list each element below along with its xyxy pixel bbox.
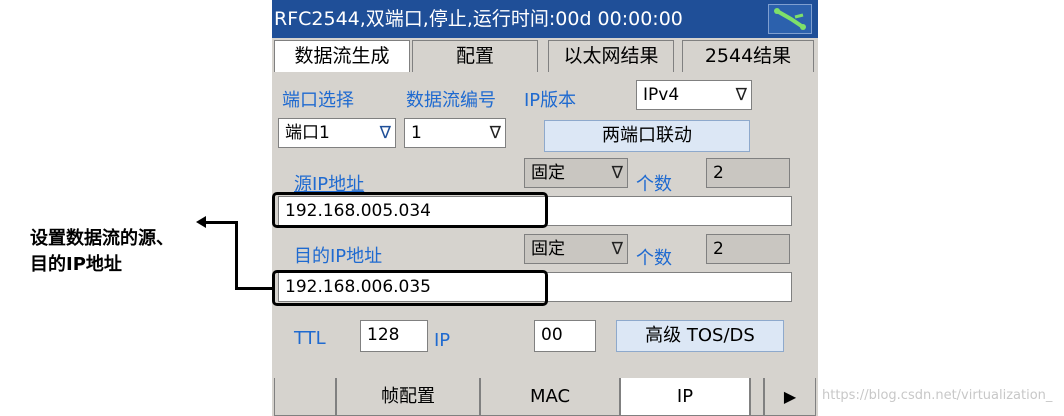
network-status-icon[interactable] (768, 4, 812, 34)
ttl-input[interactable]: 128 (360, 320, 428, 352)
source-ip-highlight-box (272, 192, 548, 228)
chevron-down-icon: ∇ (735, 85, 747, 105)
ip-version-label: IP版本 (524, 90, 577, 111)
destination-count-field[interactable]: 2 (706, 234, 790, 264)
bottom-tab-frame-config[interactable]: 帧配置 (336, 378, 480, 416)
destination-ip-label: 目的IP地址 (294, 246, 383, 267)
annotation-line-vertical (235, 221, 238, 290)
port-select-label: 端口选择 (282, 90, 354, 111)
annotation-line-2: 目的IP地址 (30, 254, 122, 275)
stream-number-select[interactable]: 1 ∇ (404, 118, 506, 148)
stream-number-value: 1 (411, 123, 422, 143)
source-count-label: 个数 (636, 174, 672, 195)
source-ip-mode-value: 固定 (531, 163, 565, 183)
bottom-tab-ip[interactable]: IP (620, 378, 750, 416)
ip-version-value: IPv4 (643, 85, 680, 105)
annotation-line-horizontal-top (204, 221, 238, 224)
destination-ip-mode-value: 固定 (531, 239, 565, 259)
port-select[interactable]: 端口1 ∇ (278, 118, 396, 148)
advanced-tos-ds-button[interactable]: 高级 TOS/DS (616, 320, 784, 352)
ip-field-label: IP (434, 330, 451, 351)
stream-number-label: 数据流编号 (406, 90, 496, 111)
ip-tos-input[interactable]: 00 (534, 320, 596, 352)
ttl-label: TTL (294, 328, 326, 349)
bottom-tab-blank-left[interactable] (274, 378, 336, 416)
source-ip-mode-select[interactable]: 固定 ∇ (524, 158, 628, 188)
destination-ip-highlight-box (272, 270, 548, 306)
destination-ip-mode-select[interactable]: 固定 ∇ (524, 234, 628, 264)
bottom-tab-mac[interactable]: MAC (480, 378, 620, 416)
port-select-value: 端口1 (285, 123, 330, 143)
tab-stream-generate[interactable]: 数据流生成 (274, 40, 410, 72)
bottom-tab-bar: 帧配置 MAC IP ▶ (272, 376, 818, 416)
tab-config[interactable]: 配置 (412, 40, 538, 72)
tab-2544-result[interactable]: 2544结果 (682, 40, 814, 72)
chevron-down-icon: ∇ (489, 123, 501, 143)
annotation-line-horizontal-bottom (235, 287, 273, 290)
source-count-field[interactable]: 2 (706, 158, 790, 188)
title-text: RFC2544,双端口,停止,运行时间:00d 00:00:00 (274, 8, 683, 30)
ip-version-select[interactable]: IPv4 ∇ (636, 80, 752, 110)
title-bar: RFC2544,双端口,停止,运行时间:00d 00:00:00 (272, 0, 818, 38)
chevron-down-icon: ∇ (611, 163, 623, 183)
chevron-down-icon: ∇ (611, 239, 623, 259)
bottom-tab-blank-right[interactable] (750, 378, 764, 416)
destination-count-label: 个数 (636, 248, 672, 269)
watermark: https://blog.csdn.net/virtualization_ (822, 388, 1053, 403)
tab-ethernet-result[interactable]: 以太网结果 (548, 40, 674, 72)
two-port-link-button[interactable]: 两端口联动 (544, 120, 750, 152)
next-tab-arrow-icon[interactable]: ▶ (764, 378, 816, 416)
chevron-down-icon: ∇ (379, 123, 391, 143)
annotation-line-1: 设置数据流的源、 (30, 228, 174, 249)
top-tab-bar: 数据流生成 配置 以太网结果 2544结果 (272, 38, 818, 72)
